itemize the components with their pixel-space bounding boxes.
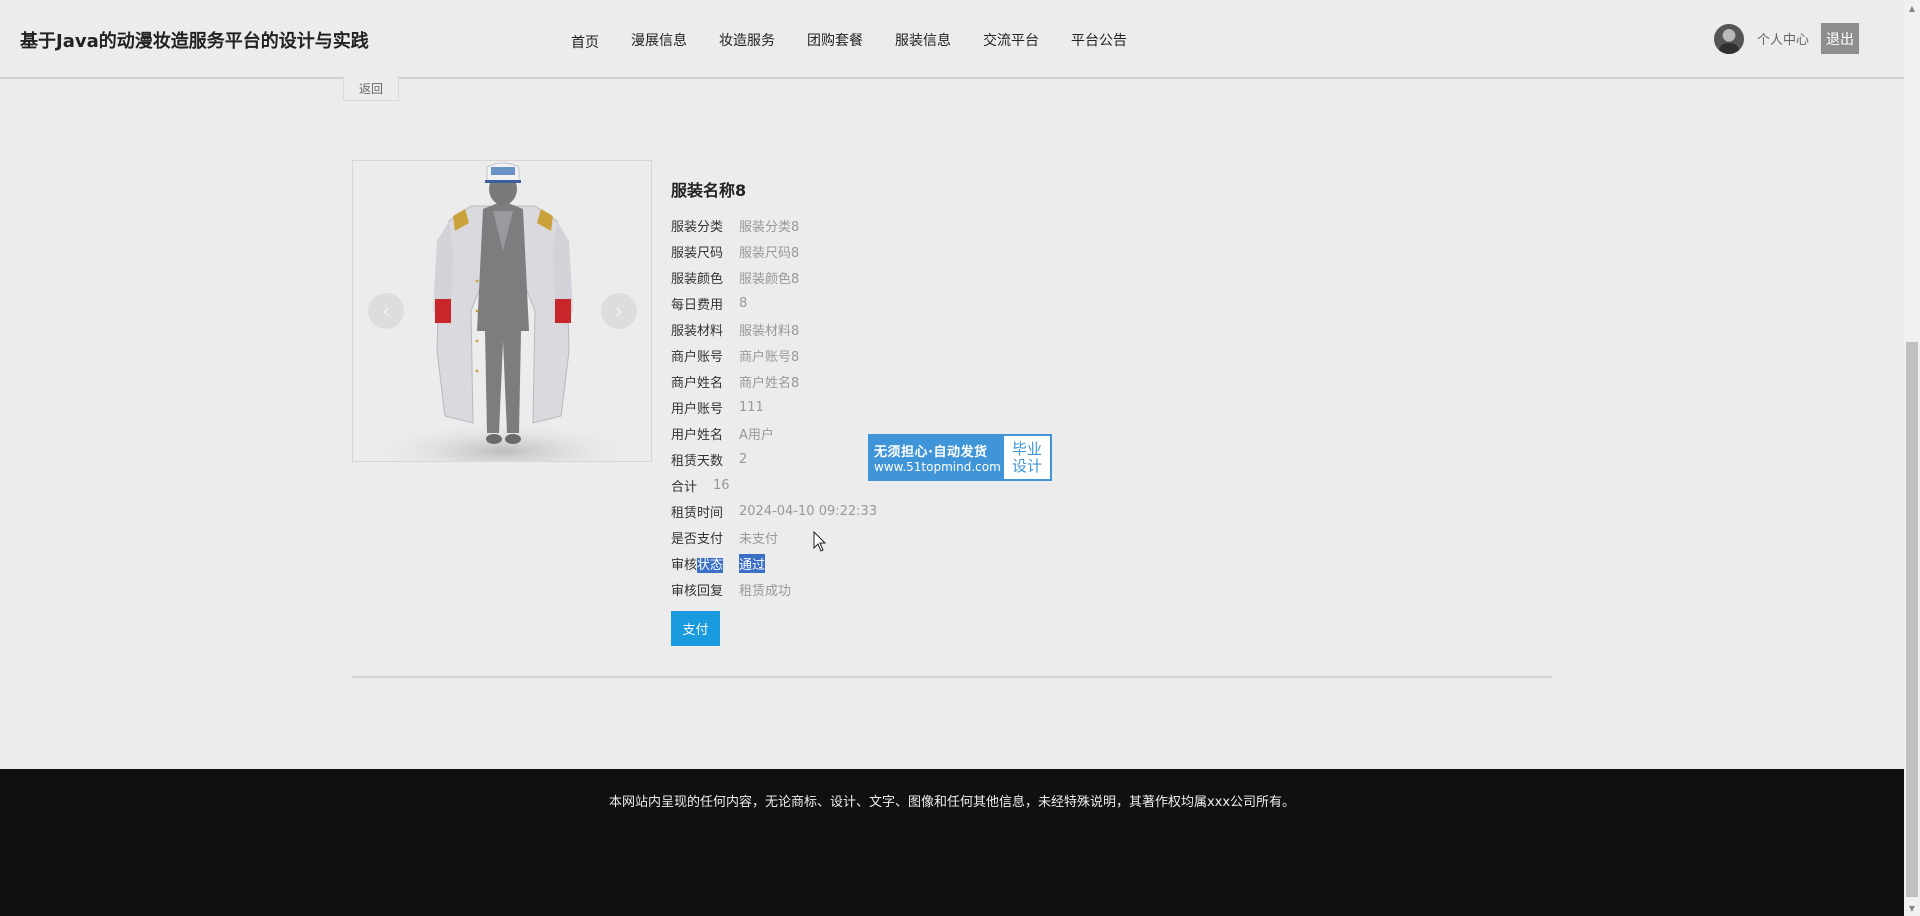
- detail-label-selected: 状态: [697, 557, 724, 573]
- detail-row: 审核回复 租赁成功: [671, 576, 877, 602]
- nav-makeup-services[interactable]: 妆造服务: [719, 30, 775, 52]
- detail-value: A用户: [739, 427, 774, 443]
- profile-link[interactable]: 个人中心: [1757, 29, 1809, 48]
- detail-value: 111: [739, 399, 764, 415]
- detail-row: 服装材料 服装材料8: [671, 316, 877, 342]
- detail-value: 租赁成功: [739, 583, 792, 599]
- detail-label: 审核回复: [671, 583, 724, 599]
- detail-label: 用户账号: [671, 401, 724, 417]
- badge-slogan: 无须担心·自动发货: [874, 445, 988, 460]
- detail-value: 服装尺码8: [739, 245, 800, 261]
- detail-row: 审核状态 通过: [671, 550, 877, 576]
- detail-row: 服装分类 服装分类8: [671, 212, 877, 238]
- detail-row: 服装颜色 服装颜色8: [671, 264, 877, 290]
- detail-label: 租赁时间: [671, 505, 724, 521]
- detail-row: 租赁天数 2: [671, 446, 877, 472]
- detail-row: 用户账号 111: [671, 394, 877, 420]
- avatar[interactable]: [1714, 23, 1744, 54]
- nav-costumes[interactable]: 服装信息: [895, 30, 951, 52]
- header: 基于Java的动漫妆造服务平台的设计与实践 首页 漫展信息 妆造服务 团购套餐 …: [0, 0, 1904, 79]
- detail-value: 服装颜色8: [739, 271, 800, 287]
- product-image-carousel: ‹ ›: [352, 160, 652, 462]
- detail-value: 通过: [739, 553, 766, 573]
- footer: 本网站内呈现的任何内容，无论商标、设计、文字、图像和任何其他信息，未经特殊说明，…: [0, 769, 1904, 916]
- detail-row: 商户姓名 商户姓名8: [671, 368, 877, 394]
- nav-announcements[interactable]: 平台公告: [1071, 30, 1127, 52]
- nav-group-packages[interactable]: 团购套餐: [807, 30, 863, 52]
- main-nav: 首页 漫展信息 妆造服务 团购套餐 服装信息 交流平台 平台公告: [555, 30, 1127, 52]
- detail-label: 每日费用: [671, 297, 724, 313]
- detail-value: 服装分类8: [739, 219, 800, 235]
- detail-row: 租赁时间 2024-04-10 09:22:33: [671, 498, 877, 524]
- detail-row: 服装尺码 服装尺码8: [671, 238, 877, 264]
- badge-url: www.51topmind.com: [874, 460, 1001, 474]
- detail-value: 商户姓名8: [739, 375, 800, 391]
- detail-label: 用户姓名: [671, 427, 724, 443]
- product-details: 服装分类 服装分类8 服装尺码 服装尺码8 服装颜色 服装颜色8 每日费用 8 服装材料…: [671, 212, 877, 602]
- detail-row: 商户账号 商户账号8: [671, 342, 877, 368]
- badge-right-bottom: 设计: [1011, 456, 1042, 475]
- detail-value: 服装材料8: [739, 323, 800, 339]
- detail-label: 租赁天数: [671, 453, 724, 469]
- badge-right-top: 毕业: [1011, 439, 1042, 458]
- site-title[interactable]: 基于Java的动漫妆造服务平台的设计与实践: [20, 27, 369, 53]
- carousel-prev-icon[interactable]: ‹: [368, 293, 404, 329]
- detail-row: 是否支付 未支付: [671, 524, 877, 550]
- carousel-next-icon[interactable]: ›: [601, 293, 637, 329]
- detail-row: 用户姓名 A用户: [671, 420, 877, 446]
- mouse-cursor-icon: [813, 531, 827, 552]
- detail-label: 服装材料: [671, 323, 724, 339]
- back-button[interactable]: 返回: [343, 76, 399, 101]
- product-name: 服装名称8: [671, 181, 747, 200]
- pay-button[interactable]: 支付: [671, 611, 720, 646]
- detail-label-part: 审核: [671, 557, 698, 573]
- detail-label: 服装分类: [671, 219, 724, 235]
- detail-label: 合计: [671, 479, 698, 495]
- detail-value: 未支付: [739, 531, 779, 547]
- page-scrollbar[interactable]: ▲ ▼: [1904, 0, 1920, 916]
- detail-row: 每日费用 8: [671, 290, 877, 316]
- detail-value: 8: [739, 295, 748, 311]
- content-divider: [352, 676, 1552, 678]
- detail-value: 2024-04-10 09:22:33: [739, 503, 878, 519]
- logout-button[interactable]: 退出: [1821, 23, 1860, 54]
- footer-copyright: 本网站内呈现的任何内容，无论商标、设计、文字、图像和任何其他信息，未经特殊说明，…: [608, 795, 1296, 810]
- detail-label: 服装颜色: [671, 271, 724, 287]
- badge-right: 毕业 设计: [1004, 436, 1050, 479]
- detail-value: 商户账号8: [739, 349, 800, 365]
- detail-label: 商户姓名: [671, 375, 724, 391]
- detail-value: 2: [739, 451, 748, 467]
- detail-row: 合计 16: [671, 472, 877, 498]
- nav-home[interactable]: 首页: [571, 32, 599, 52]
- detail-value: 16: [713, 477, 730, 493]
- user-area: 个人中心 退出: [1714, 23, 1860, 54]
- detail-label: 是否支付: [671, 531, 724, 547]
- scroll-up-icon[interactable]: ▲: [1904, 0, 1920, 16]
- nav-forum[interactable]: 交流平台: [983, 30, 1039, 52]
- detail-label: 审核状态: [671, 554, 724, 573]
- scroll-thumb[interactable]: [1906, 342, 1918, 897]
- scroll-down-icon[interactable]: ▼: [1904, 900, 1920, 916]
- badge-left: 无须担心·自动发货 www.51topmind.com: [870, 436, 1004, 479]
- nav-exhibitions[interactable]: 漫展信息: [631, 30, 687, 52]
- detail-label: 服装尺码: [671, 245, 724, 261]
- watermark-badge: 无须担心·自动发货 www.51topmind.com 毕业 设计: [868, 434, 1052, 481]
- detail-label: 商户账号: [671, 349, 724, 365]
